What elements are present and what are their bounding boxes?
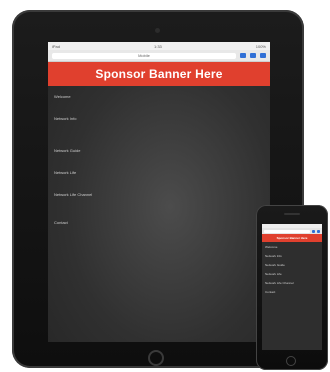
phone-menu-item-contact[interactable]: Contact xyxy=(265,290,322,294)
phone-menu-item-welcome[interactable]: Welcome xyxy=(265,245,322,249)
phone-screen: Sponsor Banner Here Welcome Network Info… xyxy=(262,224,322,350)
device-mockup-stage: iPad 1:33 100% Mobile Sponsor Banner Her… xyxy=(0,0,330,372)
phone-menu-item-network-life-channel[interactable]: Network Life Channel xyxy=(265,281,322,285)
menu-item-network-info[interactable]: Network Info xyxy=(54,116,270,121)
phone-url-field[interactable] xyxy=(264,229,310,233)
tablet-status-bar: iPad 1:33 100% xyxy=(48,42,270,50)
page-title: Mobile xyxy=(52,52,236,59)
sponsor-banner[interactable]: Sponsor Banner Here xyxy=(48,62,270,86)
tablet-home-button[interactable] xyxy=(148,350,164,366)
menu-item-network-guide[interactable]: Network Guide xyxy=(54,148,270,153)
tablet-menu: Welcome Network Info Network Guide Netwo… xyxy=(48,86,270,225)
sponsor-banner-text: Sponsor Banner Here xyxy=(95,67,223,81)
status-carrier: iPad xyxy=(52,43,61,49)
phone-menu-item-network-life[interactable]: Network Life xyxy=(265,272,322,276)
share-icon[interactable] xyxy=(312,229,315,233)
phone-sponsor-banner[interactable]: Sponsor Banner Here xyxy=(262,234,322,242)
status-time: 1:33 xyxy=(153,43,162,49)
phone-menu-item-network-info[interactable]: Network Info xyxy=(265,254,322,258)
phone-speaker xyxy=(284,213,300,215)
menu-item-contact[interactable]: Contact xyxy=(54,220,270,225)
bookmarks-icon[interactable] xyxy=(250,53,256,58)
share-icon[interactable] xyxy=(240,53,246,58)
phone-home-button[interactable] xyxy=(286,356,296,366)
menu-item-network-life-channel[interactable]: Network Life Channel xyxy=(54,192,270,197)
phone-sponsor-banner-text: Sponsor Banner Here xyxy=(276,236,308,240)
tabs-icon[interactable] xyxy=(260,53,266,58)
phone-menu: Welcome Network Info Network Guide Netwo… xyxy=(262,242,322,294)
tabs-icon[interactable] xyxy=(317,229,320,233)
tablet-address-bar[interactable]: Mobile xyxy=(48,50,270,62)
phone-menu-item-network-guide[interactable]: Network Guide xyxy=(265,263,322,267)
tablet-screen: iPad 1:33 100% Mobile Sponsor Banner Her… xyxy=(48,42,270,342)
menu-item-welcome[interactable]: Welcome xyxy=(54,94,270,99)
status-battery: 100% xyxy=(255,43,266,49)
phone-device: Sponsor Banner Here Welcome Network Info… xyxy=(256,205,328,370)
menu-item-network-life[interactable]: Network Life xyxy=(54,170,270,175)
tablet-camera xyxy=(155,28,160,33)
